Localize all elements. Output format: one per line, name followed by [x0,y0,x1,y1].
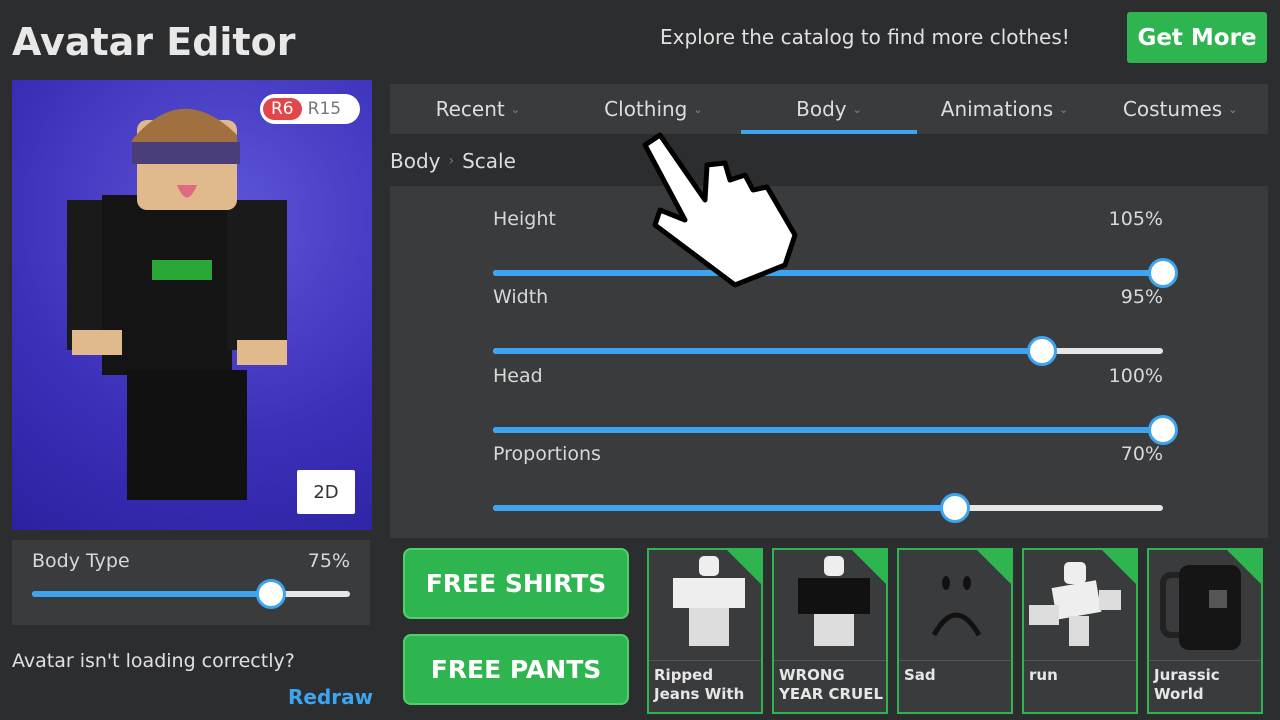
item-name: Ripped Jeans With [654,666,745,703]
tab-label: Costumes [1122,97,1223,121]
rig-r6-option[interactable]: R6 [263,98,302,120]
body-type-label: Body Type [32,550,130,572]
slider-label: Height [493,208,556,230]
slider-knob[interactable] [1027,336,1058,366]
chevron-right-icon: › [448,153,455,169]
loading-help-text: Avatar isn't loading correctly? [12,650,295,672]
page-title: Avatar Editor [12,20,296,64]
slider-value: 70% [1120,443,1163,465]
avatar-figure [67,108,287,500]
slider-value: 95% [1120,286,1163,308]
redraw-link[interactable]: Redraw [288,685,373,709]
body-type-panel: Body Type 75% [12,540,370,625]
slider-value: 105% [1108,208,1163,230]
owned-corner-badge [727,550,761,584]
view-2d-button[interactable]: 2D [297,470,355,514]
chevron-down-icon: ⌄ [1059,102,1069,116]
proportions-slider[interactable] [493,493,1163,523]
tab-animations[interactable]: Animations ⌄ [917,84,1093,134]
owned-corner-badge [1227,550,1261,584]
item-card[interactable]: Ripped Jeans With [647,548,763,714]
scale-sliders-panel: Height 105% Width 95% Head 100% Proporti… [390,186,1268,538]
body-type-value: 75% [307,550,350,572]
rig-r15-option[interactable]: R15 [302,99,347,119]
tab-label: Recent [435,97,505,121]
owned-corner-badge [852,550,886,584]
item-name: run [1029,666,1058,684]
category-tabs: Recent ⌄ Clothing ⌄ Body ⌄ Animations ⌄ Cost… [390,84,1268,134]
breadcrumb-scale: Scale [462,149,516,173]
rig-toggle[interactable]: R6 R15 [260,94,360,124]
height-slider[interactable] [493,258,1178,288]
tab-label: Animations [940,97,1054,121]
breadcrumb: Body › Scale [390,149,516,173]
slider-knob[interactable] [940,493,971,523]
slider-value: 100% [1108,365,1163,387]
chevron-down-icon: ⌄ [1228,102,1238,116]
item-name: Jurassic World [1154,666,1220,703]
item-card[interactable]: run [1022,548,1138,714]
hand-cursor-icon [642,132,798,288]
item-card[interactable]: Sad [897,548,1013,714]
slider-fill [493,270,1163,276]
get-more-button[interactable]: Get More [1127,12,1267,63]
chevron-down-icon: ⌄ [510,102,520,116]
chevron-down-icon: ⌄ [852,102,862,116]
item-card[interactable]: Jurassic World [1147,548,1263,714]
slider-fill [32,591,271,597]
slider-label: Width [493,286,549,308]
body-type-slider[interactable] [32,579,350,609]
slider-label: Proportions [493,443,601,465]
slider-label: Head [493,365,543,387]
tab-recent[interactable]: Recent ⌄ [390,84,566,134]
slider-knob[interactable] [255,579,286,609]
tab-label: Body [796,97,847,121]
tab-costumes[interactable]: Costumes ⌄ [1092,84,1268,134]
slider-fill [493,348,1043,354]
explore-text: Explore the catalog to find more clothes… [660,25,1070,49]
tab-label: Clothing [604,97,688,121]
chevron-down-icon: ⌄ [693,102,703,116]
slider-fill [493,427,1163,433]
slider-knob[interactable] [1148,415,1178,445]
item-card[interactable]: WRONG YEAR CRUEL [772,548,888,714]
owned-corner-badge [1102,550,1136,584]
width-slider[interactable] [493,336,1163,366]
head-slider[interactable] [493,415,1178,445]
free-shirts-button[interactable]: FREE SHIRTS [403,548,629,619]
breadcrumb-body[interactable]: Body [390,149,441,173]
item-name: WRONG YEAR CRUEL [779,666,884,703]
item-name: Sad [904,666,936,684]
owned-corner-badge [977,550,1011,584]
slider-knob[interactable] [1148,258,1178,288]
free-pants-button[interactable]: FREE PANTS [403,634,629,705]
slider-fill [493,505,956,511]
avatar-preview[interactable]: R6 R15 2D [12,80,372,530]
